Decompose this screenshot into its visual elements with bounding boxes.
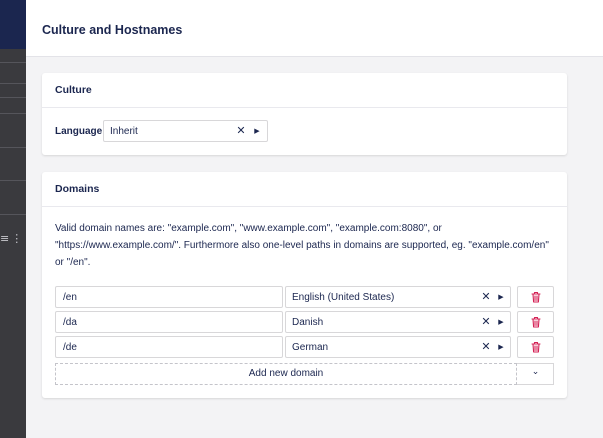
- list-icon: ≡⋮: [0, 232, 25, 245]
- close-icon[interactable]: ✕: [479, 338, 493, 356]
- culture-box-header: Culture: [42, 73, 567, 108]
- add-domain-row: Add new domain ⌄: [55, 363, 554, 385]
- domain-input[interactable]: /da: [55, 311, 283, 333]
- background-app: ≡⋮: [0, 0, 26, 438]
- close-icon[interactable]: ✕: [479, 288, 493, 306]
- background-divider: [0, 214, 26, 215]
- language-value: Inherit: [110, 126, 138, 137]
- domain-input-value: /de: [63, 342, 77, 353]
- trash-icon: [531, 316, 541, 328]
- domain-language-value: Danish: [292, 317, 324, 328]
- culture-hostnames-panel: Culture and Hostnames Culture Language I…: [26, 0, 603, 438]
- domain-input-value: /da: [63, 317, 77, 328]
- language-select[interactable]: Inherit ✕ ▶: [103, 120, 268, 142]
- delete-domain-button[interactable]: [517, 311, 554, 333]
- caret-right-icon[interactable]: ▶: [496, 313, 506, 331]
- delete-domain-button[interactable]: [517, 286, 554, 308]
- domain-language-value: German: [292, 342, 329, 353]
- chevron-down-icon: ⌄: [531, 367, 540, 377]
- domain-row: /da Danish ✕ ▶: [55, 311, 554, 333]
- domain-row: /de German ✕ ▶: [55, 336, 554, 358]
- delete-domain-button[interactable]: [517, 336, 554, 358]
- domain-input[interactable]: /de: [55, 336, 283, 358]
- background-divider: [0, 97, 26, 98]
- domain-language-select[interactable]: Danish ✕ ▶: [285, 311, 511, 333]
- domain-row: /en English (United States) ✕ ▶: [55, 286, 554, 308]
- background-divider: [0, 147, 26, 148]
- trash-icon: [531, 341, 541, 353]
- panel-title: Culture and Hostnames: [42, 23, 183, 37]
- close-icon[interactable]: ✕: [234, 122, 248, 140]
- add-domain-dropdown[interactable]: ⌄: [517, 363, 554, 385]
- domains-box-header: Domains: [42, 172, 567, 207]
- domains-heading: Domains: [55, 183, 100, 195]
- caret-right-icon[interactable]: ▶: [496, 338, 506, 356]
- background-divider: [0, 83, 26, 84]
- domain-language-select[interactable]: German ✕ ▶: [285, 336, 511, 358]
- background-divider: [0, 180, 26, 181]
- domain-input-value: /en: [63, 292, 77, 303]
- domains-description: Valid domain names are: "example.com", "…: [55, 223, 549, 268]
- domain-input[interactable]: /en: [55, 286, 283, 308]
- trash-icon: [531, 291, 541, 303]
- culture-box: Culture Language Inherit ✕ ▶: [42, 73, 567, 155]
- close-icon[interactable]: ✕: [479, 313, 493, 331]
- language-label: Language: [55, 126, 103, 137]
- background-divider: [0, 113, 26, 114]
- culture-heading: Culture: [55, 84, 92, 96]
- background-divider: [0, 62, 26, 63]
- domains-box: Domains Valid domain names are: "example…: [42, 172, 567, 398]
- domain-language-select[interactable]: English (United States) ✕ ▶: [285, 286, 511, 308]
- panel-header: Culture and Hostnames: [26, 0, 603, 57]
- caret-right-icon[interactable]: ▶: [252, 122, 262, 140]
- add-domain-button[interactable]: Add new domain: [55, 363, 517, 385]
- background-header: [0, 0, 26, 49]
- caret-right-icon[interactable]: ▶: [496, 288, 506, 306]
- domain-language-value: English (United States): [292, 292, 395, 303]
